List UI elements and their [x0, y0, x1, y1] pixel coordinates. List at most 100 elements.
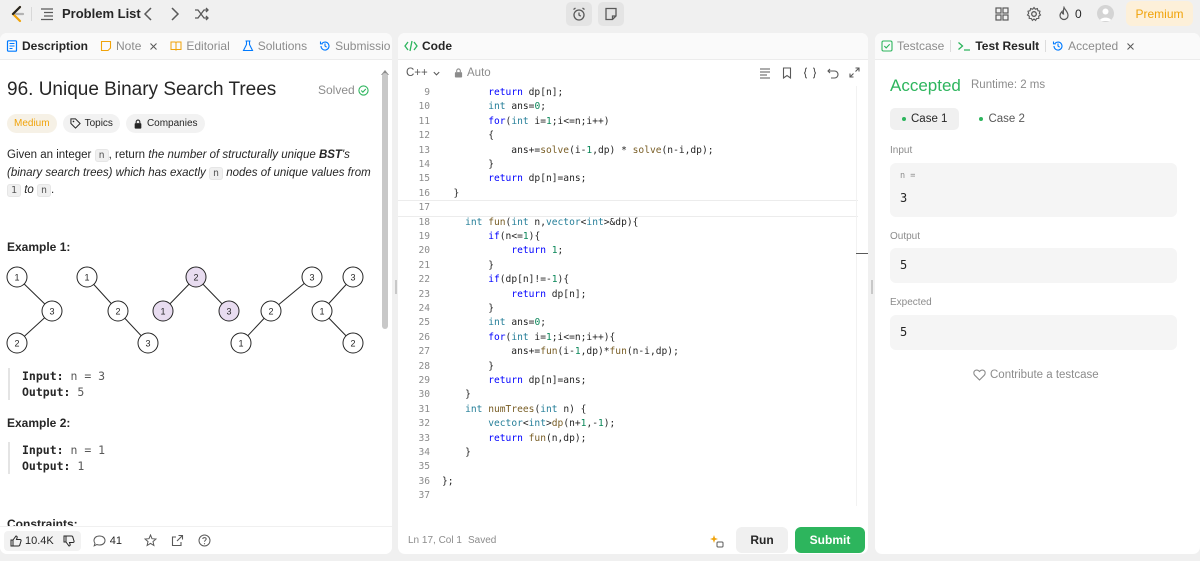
- list-icon[interactable]: [40, 7, 54, 21]
- timer-button[interactable]: [566, 2, 592, 26]
- code-line[interactable]: 10 int ans=0;: [398, 100, 858, 114]
- tab-editorial[interactable]: Editorial: [164, 33, 235, 60]
- close-icon[interactable]: [1126, 42, 1135, 51]
- leetcode-logo-icon[interactable]: [7, 4, 27, 24]
- avatar[interactable]: [1097, 5, 1114, 22]
- code-line[interactable]: 35: [398, 460, 858, 474]
- editor-scrollbar[interactable]: [856, 86, 865, 506]
- line-number: 21: [418, 259, 430, 271]
- auto-mode[interactable]: Auto: [454, 67, 491, 79]
- tab-accepted[interactable]: Accepted: [1046, 33, 1141, 60]
- tree-node-label: 2: [268, 307, 273, 317]
- tab-code[interactable]: Code: [398, 33, 458, 60]
- like-button[interactable]: 10.4K: [4, 530, 81, 551]
- code-line[interactable]: 32 vector<int>dp(n+1,-1);: [398, 417, 858, 431]
- code-line[interactable]: 26 for(int i=1;i<=n;i++){: [398, 331, 858, 345]
- help-circle-icon[interactable]: [198, 534, 211, 547]
- share-icon[interactable]: [171, 534, 184, 547]
- code-editor[interactable]: 9 return dp[n]; 10 int ans=0; 11 for(int i…: [398, 86, 858, 506]
- comments-button[interactable]: 41: [93, 535, 122, 547]
- notes-button[interactable]: [598, 2, 624, 26]
- code-line[interactable]: 24 }: [398, 302, 858, 316]
- code-text: for(int i=1;i<=n;i++): [488, 115, 610, 127]
- bookmark-icon[interactable]: [781, 67, 793, 79]
- thumbs-down-icon[interactable]: [63, 535, 75, 547]
- code-text: }: [442, 360, 494, 372]
- expand-icon[interactable]: [849, 67, 860, 78]
- code-line[interactable]: 13 ans+=solve(i-1,dp) * solve(n-i,dp);: [398, 144, 858, 158]
- gear-icon[interactable]: [1026, 6, 1042, 22]
- premium-button[interactable]: Premium: [1126, 1, 1193, 26]
- case-2-tab[interactable]: Case 2: [967, 108, 1036, 130]
- tree-node-label: 1: [319, 307, 324, 317]
- code-line[interactable]: 17: [398, 200, 858, 217]
- tab-testcase[interactable]: Testcase: [875, 33, 950, 60]
- code-line[interactable]: 15 return dp[n]=ans;: [398, 172, 858, 186]
- code-line[interactable]: 28 }: [398, 360, 858, 374]
- code-line[interactable]: 23 return dp[n];: [398, 288, 858, 302]
- case-1-tab[interactable]: Case 1: [890, 108, 960, 130]
- braces-icon[interactable]: [803, 67, 817, 79]
- line-number: 37: [418, 490, 430, 502]
- code-line[interactable]: 18 int fun(int n,vector<int>&dp){: [398, 216, 858, 230]
- save-status: Saved: [468, 535, 497, 546]
- code-line[interactable]: 25 int ans=0;: [398, 316, 858, 330]
- line-number: 14: [418, 159, 430, 170]
- code-line[interactable]: 20 return 1;: [398, 244, 858, 258]
- run-button[interactable]: Run: [736, 527, 788, 553]
- panel-resize-handle[interactable]: [871, 280, 873, 294]
- code-line[interactable]: 19 if(n<=1){: [398, 230, 858, 244]
- tab-description[interactable]: Description: [0, 33, 94, 60]
- example-2-title: Example 2:: [7, 416, 71, 430]
- code-line[interactable]: 11 for(int i=1;i<=n;i++): [398, 115, 858, 129]
- code-text: vector<int>dp(n+1,-1);: [488, 418, 616, 430]
- star-icon[interactable]: [144, 534, 157, 547]
- chevron-right-icon[interactable]: [170, 5, 180, 23]
- line-number: 30: [418, 389, 430, 401]
- topics-chip[interactable]: Topics: [62, 114, 120, 133]
- language-select[interactable]: C++: [406, 67, 441, 79]
- code-line[interactable]: 29 return dp[n]=ans;: [398, 374, 858, 388]
- line-number: 22: [418, 274, 430, 286]
- problem-list-link[interactable]: Problem List: [62, 6, 141, 21]
- code-line[interactable]: 36};: [398, 475, 858, 489]
- tab-test-result[interactable]: Test Result: [951, 33, 1045, 60]
- code-line[interactable]: 22 if(dp[n]!=-1){: [398, 273, 858, 287]
- close-icon[interactable]: [149, 42, 158, 51]
- code-line[interactable]: 31 int numTrees(int n) {: [398, 403, 858, 417]
- tab-submissions[interactable]: Submissio: [313, 33, 392, 60]
- line-number: 32: [418, 418, 430, 430]
- tab-solutions[interactable]: Solutions: [236, 33, 313, 60]
- tree-node-label: 3: [226, 307, 231, 317]
- code-line[interactable]: 16 }: [398, 187, 858, 201]
- code-line[interactable]: 33 return fun(n,dp);: [398, 432, 858, 446]
- code-line[interactable]: 12 {: [398, 129, 858, 143]
- code-line[interactable]: 37: [398, 489, 858, 503]
- tab-label: Description: [22, 39, 89, 53]
- chevron-left-icon[interactable]: [143, 5, 153, 23]
- tab-note[interactable]: Note: [94, 33, 164, 60]
- desc-emphasis-bold: BST: [318, 149, 342, 161]
- code-line[interactable]: 27 ans+=fun(i-1,dp)*fun(n-i,dp);: [398, 345, 858, 359]
- code-line[interactable]: 34 }: [398, 446, 858, 460]
- description-footer: 10.4K 41: [0, 526, 392, 554]
- code-line[interactable]: 30 }: [398, 388, 858, 402]
- shuffle-icon[interactable]: [194, 6, 210, 22]
- submit-button[interactable]: Submit: [795, 527, 865, 553]
- layout-grid-icon[interactable]: [994, 6, 1010, 22]
- code-line[interactable]: 21 }: [398, 259, 858, 273]
- code-footer: Ln 17, Col 1 Saved Run Submit: [398, 522, 868, 554]
- code-text: if(n<=1){: [488, 231, 541, 242]
- scrollbar-thumb[interactable]: [382, 73, 388, 329]
- input-value: 3: [900, 191, 908, 205]
- contribute-testcase-link[interactable]: Contribute a testcase: [973, 369, 1099, 381]
- format-lines-icon[interactable]: [759, 67, 771, 79]
- code-line[interactable]: 14 }: [398, 158, 858, 172]
- sparkle-icon[interactable]: [710, 534, 724, 548]
- code-line[interactable]: 9 return dp[n];: [398, 86, 858, 100]
- checkbox-icon: [881, 40, 893, 52]
- companies-chip[interactable]: Companies: [125, 114, 205, 133]
- panel-resize-handle[interactable]: [395, 280, 397, 294]
- flame-icon[interactable]: [1056, 6, 1072, 22]
- undo-icon[interactable]: [827, 67, 839, 79]
